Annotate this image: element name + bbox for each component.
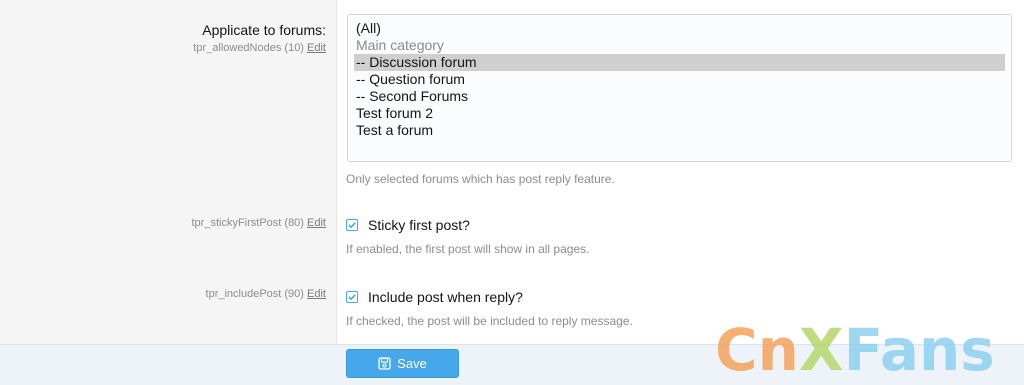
save-button[interactable]: Save [346,349,459,378]
sticky-first-post-key: tpr_stickyFirstPost (80) Edit [192,217,327,229]
forum-option-discussion[interactable]: -- Discussion forum [354,54,1005,71]
include-post-hint: If checked, the post will be included to… [346,314,633,328]
checkmark-icon [348,222,356,229]
input-column: (All) Main category -- Discussion forum … [337,0,1024,344]
checkmark-icon [348,294,356,301]
sticky-first-post-label: Sticky first post? [368,217,470,233]
floppy-disk-icon [378,357,391,370]
sticky-first-post-hint: If enabled, the first post will show in … [346,242,590,256]
sticky-first-post-row[interactable]: Sticky first post? [346,217,470,233]
include-post-edit-link[interactable]: Edit [307,288,326,300]
svg-text:CnXFans: CnXFans [715,316,995,380]
allowed-nodes-edit-link[interactable]: Edit [307,42,326,54]
include-post-row[interactable]: Include post when reply? [346,289,523,305]
forum-option-test-2[interactable]: Test forum 2 [354,105,1005,122]
include-post-key-text: tpr_includePost (90) [205,288,304,300]
allowed-nodes-label: Applicate to forums: [202,22,326,38]
include-post-key: tpr_includePost (90) Edit [206,288,326,300]
allowed-nodes-hint: Only selected forums which has post repl… [346,172,615,186]
allowed-nodes-key-text: tpr_allowedNodes (10) [193,42,304,54]
cnxfans-watermark-logo: CnXFans [715,316,995,380]
include-post-checkbox[interactable] [346,291,358,303]
allowed-nodes-key: tpr_allowedNodes (10) Edit [193,42,326,54]
label-column: Applicate to forums: tpr_allowedNodes (1… [0,0,337,344]
sticky-first-post-edit-link[interactable]: Edit [307,217,326,229]
sticky-first-post-key-text: tpr_stickyFirstPost (80) [191,217,304,229]
forums-multiselect[interactable]: (All) Main category -- Discussion forum … [347,14,1012,162]
forum-option-main-category[interactable]: Main category [354,37,1005,54]
sticky-first-post-checkbox[interactable] [346,219,358,231]
forum-option-question[interactable]: -- Question forum [354,71,1005,88]
forum-option-test-a[interactable]: Test a forum [354,122,1005,139]
save-button-label: Save [397,356,427,371]
forum-option-second[interactable]: -- Second Forums [354,88,1005,105]
forum-option-all[interactable]: (All) [354,20,1005,37]
include-post-label: Include post when reply? [368,289,523,305]
